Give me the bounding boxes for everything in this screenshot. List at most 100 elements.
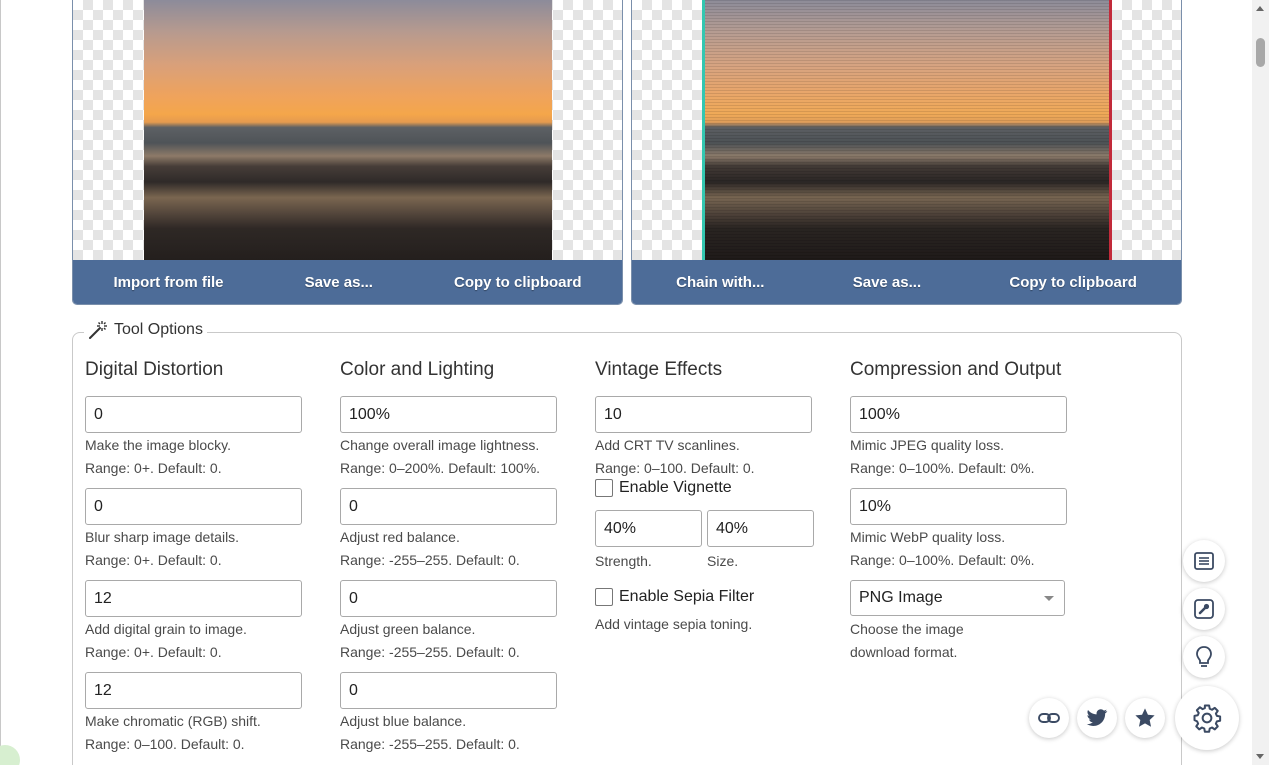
- help-text: download format.: [850, 644, 958, 660]
- help-text: Change overall image lightness.: [340, 437, 540, 453]
- save-as-button[interactable]: Save as...: [305, 274, 373, 291]
- webp-quality-input[interactable]: 10%: [850, 488, 1067, 525]
- rgb-shift-edge: [1109, 0, 1112, 260]
- format-select[interactable]: PNG Image: [850, 580, 1065, 616]
- share-link-button[interactable]: [1029, 698, 1069, 738]
- help-text: Choose the image: [850, 621, 964, 637]
- sepia-toggle[interactable]: Enable Sepia Filter: [595, 584, 835, 610]
- star-icon: [1135, 708, 1155, 727]
- help-range: Range: 0–100%. Default: 0%.: [850, 460, 1035, 476]
- tool-options-legend: Tool Options: [84, 320, 207, 340]
- vignette-size-input[interactable]: 40%: [707, 510, 814, 547]
- jpeg-quality-option: 100% Mimic JPEG quality loss. Range: 0–1…: [850, 396, 1090, 488]
- help-text: Adjust red balance.: [340, 529, 460, 545]
- webp-quality-option: 10% Mimic WebP quality loss. Range: 0–10…: [850, 488, 1090, 580]
- green-balance-input[interactable]: 0: [340, 580, 557, 617]
- scroll-thumb[interactable]: [1256, 38, 1265, 67]
- settings-button[interactable]: [1175, 686, 1239, 750]
- vertical-scrollbar[interactable]: [1252, 0, 1269, 765]
- help-text: Blur sharp image details.: [85, 529, 240, 545]
- vignette-label: Enable Vignette: [619, 479, 732, 496]
- sepia-help-text: Add vintage sepia toning.: [595, 616, 753, 632]
- vignette-checkbox[interactable]: [595, 479, 613, 497]
- help-text: Add digital grain to image.: [85, 621, 247, 637]
- blue-balance-option: 0 Adjust blue balance. Range: -255–255. …: [340, 672, 580, 764]
- vignette-input-labels: Strength. Size.: [595, 551, 835, 572]
- grain-input[interactable]: 12: [85, 580, 302, 617]
- scroll-down-arrow-icon[interactable]: [1256, 754, 1264, 759]
- import-from-file-button[interactable]: Import from file: [114, 274, 224, 291]
- section-title: Color and Lighting: [340, 359, 495, 380]
- red-balance-option: 0 Adjust red balance. Range: -255–255. D…: [340, 488, 580, 580]
- help-text: Make the image blocky.: [85, 437, 232, 453]
- blue-balance-input[interactable]: 0: [340, 672, 557, 709]
- sepia-label: Enable Sepia Filter: [619, 588, 755, 605]
- save-as-button[interactable]: Save as...: [853, 274, 921, 291]
- grain-option: 12 Add digital grain to image. Range: 0+…: [85, 580, 325, 672]
- help-text: Make chromatic (RGB) shift.: [85, 713, 261, 729]
- help-range: Range: 0+. Default: 0.: [85, 644, 222, 660]
- help-text: Add CRT TV scanlines.: [595, 437, 740, 453]
- strength-label: Strength.: [595, 553, 652, 569]
- digital-distortion-section: Digital Distortion 0 Make the image bloc…: [85, 358, 325, 764]
- vignette-strength-input[interactable]: 40%: [595, 510, 702, 547]
- copy-to-clipboard-button[interactable]: Copy to clipboard: [454, 274, 582, 291]
- vignette-toggle[interactable]: Enable Vignette: [595, 475, 835, 501]
- sepia-checkbox[interactable]: [595, 588, 613, 606]
- lightness-input[interactable]: 100%: [340, 396, 557, 433]
- chromatic-shift-input[interactable]: 12: [85, 672, 302, 709]
- section-title: Vintage Effects: [595, 359, 723, 380]
- input-action-bar: Import from file Save as... Copy to clip…: [73, 260, 622, 304]
- help-text: Adjust blue balance.: [340, 713, 467, 729]
- output-image: [702, 0, 1112, 260]
- blur-option: 0 Blur sharp image details. Range: 0+. D…: [85, 488, 325, 580]
- list-button[interactable]: [1183, 540, 1225, 582]
- help-range: Range: -255–255. Default: 0.: [340, 644, 520, 660]
- help-text: Mimic JPEG quality loss.: [850, 437, 1005, 453]
- blur-input[interactable]: 0: [85, 488, 302, 525]
- gear-icon: [1193, 704, 1222, 733]
- jpeg-quality-input[interactable]: 100%: [850, 396, 1067, 433]
- wrench-icon: [1194, 599, 1214, 619]
- help-range: Range: 0+. Default: 0.: [85, 460, 222, 476]
- red-balance-input[interactable]: 0: [340, 488, 557, 525]
- tips-button[interactable]: [1183, 636, 1225, 678]
- copy-to-clipboard-button[interactable]: Copy to clipboard: [1009, 274, 1137, 291]
- corner-badge: [0, 745, 20, 765]
- scanline-overlay: [702, 0, 1112, 260]
- favorite-button[interactable]: [1125, 698, 1165, 738]
- blockiness-input[interactable]: 0: [85, 396, 302, 433]
- twitter-icon: [1086, 709, 1108, 726]
- section-title: Compression and Output: [850, 359, 1062, 380]
- section-title: Digital Distortion: [85, 359, 224, 380]
- color-lighting-section: Color and Lighting 100% Change overall i…: [340, 358, 580, 764]
- lightbulb-icon: [1196, 646, 1212, 667]
- tools-button[interactable]: [1183, 588, 1225, 630]
- compression-output-section: Compression and Output 100% Mimic JPEG q…: [850, 358, 1090, 663]
- input-image: [144, 0, 552, 260]
- format-selected-value: PNG Image: [859, 589, 943, 606]
- list-icon: [1194, 552, 1214, 570]
- rgb-shift-edge: [702, 0, 705, 260]
- window-border: [0, 0, 1, 765]
- twitter-button[interactable]: [1077, 698, 1117, 738]
- chevron-down-icon: [1044, 596, 1054, 601]
- green-balance-option: 0 Adjust green balance. Range: -255–255.…: [340, 580, 580, 672]
- scroll-up-arrow-icon[interactable]: [1256, 6, 1264, 11]
- size-label: Size.: [707, 553, 739, 569]
- magic-wand-icon: [89, 321, 107, 339]
- tool-options-title: Tool Options: [114, 321, 203, 338]
- format-option: PNG Image Choose the image download form…: [850, 580, 1090, 663]
- chain-with-button[interactable]: Chain with...: [676, 274, 764, 291]
- lightness-option: 100% Change overall image lightness. Ran…: [340, 396, 580, 488]
- chromatic-shift-option: 12 Make chromatic (RGB) shift. Range: 0–…: [85, 672, 325, 764]
- help-range: Range: 0–200%. Default: 100%.: [340, 460, 541, 476]
- help-range: Range: -255–255. Default: 0.: [340, 552, 520, 568]
- help-text: Mimic WebP quality loss.: [850, 529, 1006, 545]
- blockiness-option: 0 Make the image blocky. Range: 0+. Defa…: [85, 396, 325, 488]
- output-image-panel: Chain with... Save as... Copy to clipboa…: [631, 0, 1182, 305]
- vintage-effects-section: Vintage Effects 10 Add CRT TV scanlines.…: [595, 358, 835, 635]
- input-image-panel: Import from file Save as... Copy to clip…: [72, 0, 623, 305]
- scanlines-input[interactable]: 10: [595, 396, 812, 433]
- help-range: Range: 0–100%. Default: 0%.: [850, 552, 1035, 568]
